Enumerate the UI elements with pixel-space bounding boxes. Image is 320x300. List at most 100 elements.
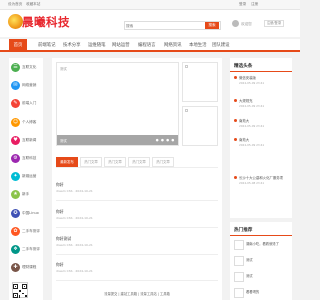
- sidebar-item[interactable]: ☺ 个人博客: [11, 117, 45, 130]
- site-logo[interactable]: 晨曦科技: [8, 13, 70, 33]
- hot-item[interactable]: 测试: [234, 256, 290, 270]
- post-title[interactable]: 你好测试: [56, 236, 71, 242]
- news-title[interactable]: 南苑大: [239, 137, 249, 142]
- news-date: 2024-05-08 23:41: [239, 181, 265, 185]
- bullet-icon: [234, 119, 237, 122]
- qr-code: [12, 282, 28, 298]
- sidebar-item[interactable]: ✚ 理财课程: [11, 262, 45, 275]
- category-sidebar: ☰ 互联文化 ✉ 网络营销 ✎ 前端入门 ☺ 个人博客 ♥ 互联新闻 ⚙ 互联科技 ✦ 新媒运营 ★ 新手 ✪ 中…: [9, 58, 43, 300]
- sidebar-item-label: 二手车测评: [22, 247, 40, 251]
- sidebar-item-label: 二手车测评: [22, 228, 40, 233]
- post-meta: dream CSS · 2024-10-21: [56, 243, 93, 247]
- sidebar-item-label: 互联新闻: [22, 137, 37, 142]
- category-icon: ✦: [11, 172, 20, 182]
- divider: [56, 254, 218, 255]
- post-tab[interactable]: 热门文章: [152, 157, 174, 167]
- sidebar-item-label: 新媒运营: [22, 174, 37, 179]
- nav-item[interactable]: 网络资讯: [164, 39, 182, 52]
- logo-emblem-icon: [8, 14, 23, 29]
- hot-title[interactable]: 看看喝的: [246, 289, 259, 294]
- thumbnail-icon: [234, 256, 244, 266]
- category-icon: ❖: [11, 245, 20, 254]
- set-homepage-link[interactable]: 设为首页: [8, 2, 22, 7]
- post-item[interactable]: 你好 dream CSS · 2024-10-21: [56, 182, 218, 204]
- hot-title[interactable]: 湖南小吃，看着就馋了: [246, 241, 279, 246]
- news-panel-title: 精选头条: [234, 64, 253, 69]
- post-item[interactable]: 你好 dream CSS · 2024-10-21: [56, 262, 218, 284]
- sidebar-item[interactable]: ★ 新手: [11, 189, 45, 202]
- nav-item[interactable]: 编程语言: [138, 39, 156, 52]
- post-title[interactable]: 你好: [56, 209, 64, 215]
- search-button[interactable]: 搜索: [205, 22, 219, 29]
- hot-panel-title: 热门推荐: [234, 228, 253, 233]
- bookmark-link[interactable]: 收藏本站: [26, 2, 40, 7]
- slider-dots[interactable]: ● ● ● ●: [156, 138, 175, 142]
- category-icon: ✿: [11, 226, 20, 236]
- hot-item[interactable]: 测试: [234, 272, 290, 286]
- nav-item[interactable]: 网站运营: [112, 39, 130, 52]
- featured-thumb-2[interactable]: [182, 106, 218, 146]
- news-date: 2024-05-09 23:41: [239, 104, 265, 108]
- nav-item[interactable]: 团队建设: [212, 39, 230, 52]
- news-date: 2024-05-09 23:41: [239, 124, 265, 128]
- nav-item[interactable]: 运维随笔: [88, 39, 106, 52]
- sidebar-item[interactable]: ✪ 中国Linux: [11, 208, 45, 221]
- divider: [56, 227, 218, 228]
- divider: [230, 71, 292, 72]
- sidebar-item[interactable]: ✦ 新媒运营: [11, 171, 45, 184]
- nav-item[interactable]: 技术分享: [63, 39, 81, 52]
- post-tab[interactable]: 热门文章: [104, 157, 126, 167]
- post-tab[interactable]: 最新发布: [56, 157, 78, 167]
- sidebar-item[interactable]: ♥ 互联新闻: [11, 135, 45, 148]
- thumbnail-icon: [234, 288, 244, 298]
- sidebar-item[interactable]: ☰ 互联文化: [11, 62, 45, 75]
- sidebar-item[interactable]: ❖ 二手车测评: [11, 244, 45, 257]
- thumbnail-icon: [234, 240, 244, 250]
- hot-title[interactable]: 测试: [246, 257, 253, 262]
- login-register-button[interactable]: 注册/登录: [264, 20, 284, 27]
- avatar[interactable]: [232, 20, 239, 27]
- post-title[interactable]: 你好: [56, 262, 64, 268]
- nav-item[interactable]: 前端笔记: [38, 39, 56, 52]
- search-box: 搜索: [124, 21, 221, 30]
- post-item[interactable]: 你好测试 dream CSS · 2024-10-21: [56, 236, 218, 258]
- sidebar-item[interactable]: ✉ 网络营销: [11, 80, 45, 93]
- post-meta: dream CSS · 2024-10-21: [56, 216, 93, 220]
- register-link[interactable]: 注册: [251, 2, 258, 7]
- nav-item[interactable]: 首页: [9, 39, 27, 52]
- hot-item[interactable]: 看看喝的: [234, 288, 290, 300]
- news-title[interactable]: 南苑大: [239, 118, 249, 123]
- sidebar-item[interactable]: ✎ 前端入门: [11, 98, 45, 111]
- news-title[interactable]: 长沙十大公墓和火化厂服务项: [239, 175, 283, 180]
- hot-title[interactable]: 测试: [246, 273, 253, 278]
- news-title[interactable]: 大规规充: [239, 98, 253, 103]
- post-meta: dream CSS · 2024-10-21: [56, 189, 93, 193]
- bullet-icon: [234, 138, 237, 141]
- right-sidebar: 精选头条 微信安装版 2024-05-09 23:41 大规规充 2024-05-09…: [230, 58, 292, 300]
- divider: [56, 167, 218, 168]
- category-icon: ✎: [11, 99, 20, 109]
- welcome-text: 欢迎您: [241, 22, 252, 26]
- bullet-icon: [234, 176, 237, 179]
- bullet-icon: [234, 99, 237, 102]
- thumbnail-icon: [234, 272, 244, 282]
- post-tab[interactable]: 热门文章: [80, 157, 102, 167]
- featured-thumb-1[interactable]: [182, 62, 218, 102]
- footer-links[interactable]: 流量提交 | 建站工具箱 | 流量工具站 | 工具箱: [56, 289, 218, 300]
- hot-item[interactable]: 湖南小吃，看着就馋了: [234, 240, 290, 254]
- sidebar-item-label: 互联科技: [22, 156, 37, 160]
- post-title[interactable]: 你好: [56, 182, 64, 188]
- sidebar-item[interactable]: ✿ 二手车测评: [11, 226, 45, 239]
- nav-item[interactable]: 本地生活: [189, 39, 207, 52]
- category-icon: ⚙: [11, 154, 20, 163]
- post-tab[interactable]: 热门文章: [128, 157, 150, 167]
- broken-image-icon: [185, 109, 188, 112]
- post-meta: dream CSS · 2024-10-21: [56, 269, 93, 273]
- sidebar-item[interactable]: ⚙ 互联科技: [11, 153, 45, 166]
- news-title[interactable]: 微信安装版: [239, 75, 256, 80]
- featured-slider[interactable]: 测试 测试 ● ● ● ●: [56, 62, 179, 146]
- login-link[interactable]: 登录: [239, 2, 246, 7]
- search-input[interactable]: [126, 22, 204, 29]
- divider: [56, 280, 218, 281]
- post-item[interactable]: 你好 dream CSS · 2024-10-21: [56, 209, 218, 231]
